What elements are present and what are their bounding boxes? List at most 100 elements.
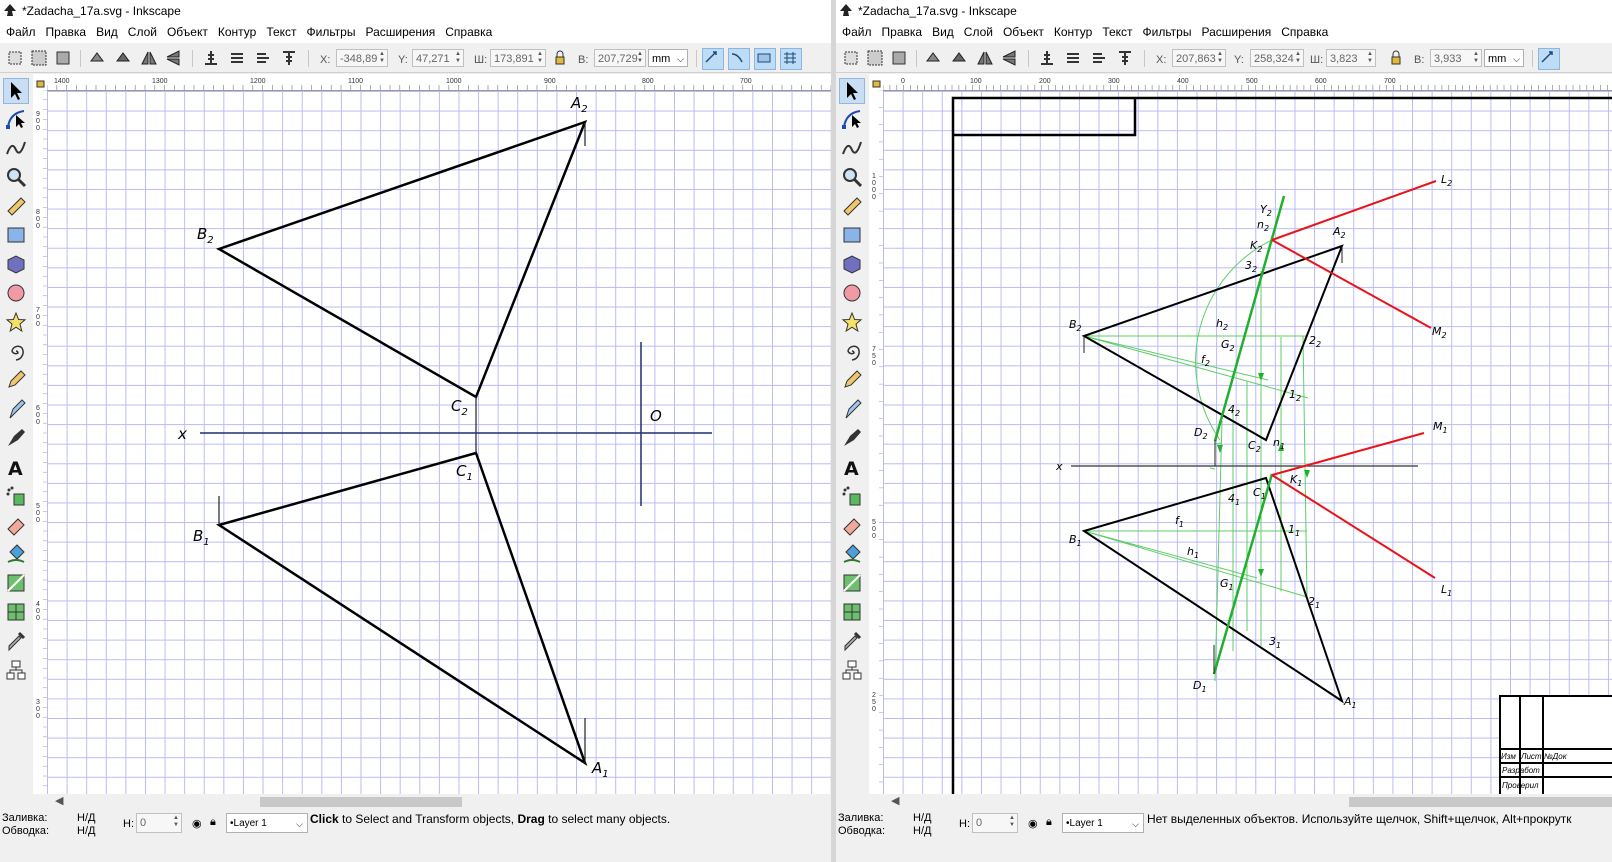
layer-select[interactable]: •Layer 1 ⌵	[1062, 813, 1144, 833]
lower-to-bottom-icon[interactable]	[1116, 49, 1134, 67]
lock-guides-icon[interactable]	[869, 74, 883, 90]
spiral-tool-icon[interactable]	[840, 339, 864, 363]
node-tool-icon[interactable]	[4, 107, 28, 131]
menu-view[interactable]: Вид	[927, 22, 959, 43]
layer-select[interactable]: •Layer 1 ⌵	[226, 813, 308, 833]
rotate-ccw-icon[interactable]	[924, 49, 942, 67]
menu-file[interactable]: Файл	[836, 22, 877, 43]
scroll-left-icon[interactable]: ◀	[55, 794, 63, 807]
y-field[interactable]: 47,271 ▲ ▼	[412, 49, 464, 67]
menu-edit[interactable]: Правка	[877, 22, 928, 43]
rotate-cw-icon[interactable]	[950, 49, 968, 67]
scale-stroke-icon[interactable]	[1538, 48, 1560, 70]
fill-value[interactable]: Н/Д	[913, 812, 931, 824]
connector-tool-icon[interactable]	[4, 658, 28, 682]
lock-guides-icon[interactable]	[33, 74, 47, 90]
menu-path[interactable]: Контур	[213, 22, 261, 43]
menu-help[interactable]: Справка	[440, 22, 497, 43]
scroll-left-icon[interactable]: ◀	[891, 794, 899, 807]
select-all-icon[interactable]	[6, 49, 24, 67]
zoom-tool-icon[interactable]	[4, 165, 28, 189]
x-field[interactable]: 207,863 ▲ ▼	[1172, 49, 1226, 67]
star-tool-icon[interactable]	[840, 310, 864, 334]
lock-layer-icon[interactable]: 🔒︎	[210, 816, 216, 829]
text-tool-icon[interactable]: A	[4, 455, 28, 480]
menu-file[interactable]: Файл	[0, 22, 41, 43]
scroll-thumb[interactable]	[260, 797, 462, 807]
paint-bucket-tool-icon[interactable]	[840, 542, 864, 566]
lower-to-bottom-icon[interactable]	[280, 49, 298, 67]
zoom-tool-icon[interactable]	[840, 165, 864, 189]
scroll-thumb[interactable]	[1349, 797, 1612, 807]
raise-icon[interactable]	[1064, 49, 1082, 67]
horizontal-scrollbar[interactable]: ◀	[883, 794, 1612, 809]
select-all-icon[interactable]	[842, 49, 860, 67]
mesh-tool-icon[interactable]	[840, 600, 864, 624]
lower-icon[interactable]	[1090, 49, 1108, 67]
y-field[interactable]: 258,324 ▲ ▼	[1250, 49, 1304, 67]
lock-icon[interactable]	[551, 49, 565, 67]
unit-select[interactable]: mm ⌵	[1484, 49, 1524, 67]
tweak-tool-icon[interactable]	[840, 136, 864, 160]
star-tool-icon[interactable]	[4, 310, 28, 334]
gradient-tool-icon[interactable]	[840, 571, 864, 595]
menu-filters[interactable]: Фильтры	[1138, 22, 1197, 43]
pen-tool-icon[interactable]	[4, 397, 28, 421]
gradient-tool-icon[interactable]	[4, 571, 28, 595]
paint-bucket-tool-icon[interactable]	[4, 542, 28, 566]
spiral-tool-icon[interactable]	[4, 339, 28, 363]
drawing-canvas[interactable]: A2 B2 C2 C1 B1 A1 x O	[47, 91, 831, 794]
measure-tool-icon[interactable]	[4, 194, 28, 218]
scale-corners-icon[interactable]	[728, 48, 750, 70]
transform-gradient-icon[interactable]	[754, 48, 776, 70]
menu-text[interactable]: Текст	[261, 22, 301, 43]
rectangle-tool-icon[interactable]	[840, 223, 864, 247]
opacity-field[interactable]: 0 ▲ ▼	[972, 813, 1018, 833]
ellipse-tool-icon[interactable]	[840, 281, 864, 305]
unit-select[interactable]: mm ⌵	[648, 49, 688, 67]
h-field[interactable]: 207,729 ▲ ▼	[594, 49, 646, 67]
dropper-tool-icon[interactable]	[4, 629, 28, 653]
raise-to-top-icon[interactable]	[202, 49, 220, 67]
selector-tool-icon[interactable]	[3, 78, 29, 104]
3d-box-tool-icon[interactable]	[840, 252, 864, 276]
raise-icon[interactable]	[228, 49, 246, 67]
eye-icon[interactable]: ◉	[192, 817, 202, 830]
spray-tool-icon[interactable]	[4, 484, 28, 508]
menu-object[interactable]: Объект	[162, 22, 213, 43]
stroke-value[interactable]: Н/Д	[913, 825, 931, 837]
menu-view[interactable]: Вид	[91, 22, 123, 43]
dropper-tool-icon[interactable]	[840, 629, 864, 653]
eye-icon[interactable]: ◉	[1028, 817, 1038, 830]
flip-horizontal-icon[interactable]	[140, 49, 158, 67]
calligraphy-tool-icon[interactable]	[840, 426, 864, 450]
w-field[interactable]: 173,891 ▲ ▼	[490, 49, 546, 67]
menu-extensions[interactable]: Расширения	[1196, 22, 1276, 43]
measure-tool-icon[interactable]	[840, 194, 864, 218]
rectangle-tool-icon[interactable]	[4, 223, 28, 247]
calligraphy-tool-icon[interactable]	[4, 426, 28, 450]
rotate-ccw-icon[interactable]	[88, 49, 106, 67]
menu-help[interactable]: Справка	[1276, 22, 1333, 43]
w-field[interactable]: 3,823 ▲ ▼	[1326, 49, 1376, 67]
menu-path[interactable]: Контур	[1049, 22, 1097, 43]
fill-value[interactable]: Н/Д	[77, 812, 95, 824]
lock-icon[interactable]	[1387, 49, 1401, 67]
menu-layer[interactable]: Слой	[123, 22, 162, 43]
flip-vertical-icon[interactable]	[1000, 49, 1018, 67]
deselect-icon[interactable]	[54, 49, 72, 67]
selector-tool-icon[interactable]	[839, 78, 865, 104]
transform-pattern-icon[interactable]	[780, 48, 802, 70]
menu-extensions[interactable]: Расширения	[360, 22, 440, 43]
text-tool-icon[interactable]: A	[840, 455, 864, 480]
eraser-tool-icon[interactable]	[4, 513, 28, 537]
spray-tool-icon[interactable]	[840, 484, 864, 508]
flip-vertical-icon[interactable]	[164, 49, 182, 67]
raise-to-top-icon[interactable]	[1038, 49, 1056, 67]
select-all-layers-icon[interactable]	[866, 49, 884, 67]
select-all-layers-icon[interactable]	[30, 49, 48, 67]
deselect-icon[interactable]	[890, 49, 908, 67]
drawing-canvas[interactable]: Изм Лист №Док Разработ Проверил L2 M2 Y2…	[883, 91, 1612, 794]
x-field[interactable]: -348,89 ▲ ▼	[336, 49, 388, 67]
menu-object[interactable]: Объект	[998, 22, 1049, 43]
